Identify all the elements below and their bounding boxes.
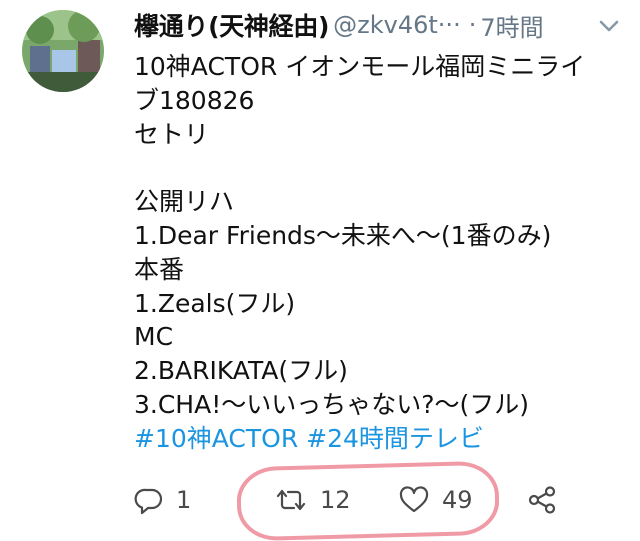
user-handle[interactable]: @zkv46t··· [333,11,461,39]
more-menu-button[interactable] [594,14,624,38]
retweet-icon [276,489,306,511]
share-icon [528,486,556,514]
avatar[interactable] [22,10,104,92]
tweet-line: 本番 [134,254,185,284]
tweet-line: 公開リハ [134,187,235,217]
tweet-actions: 1 12 49 [134,480,624,520]
tweet-line: セトリ [134,119,210,149]
tweet-line: 1.Dear Friends〜未来へ〜(1番のみ) [134,220,552,250]
tweet-line: MC [134,322,174,352]
tweet-line: 2.BARIKATA(フル) [134,356,348,386]
tweet-line: 1.Zeals(フル) [134,288,296,318]
tweet-header: 欅通り(天神経由) @zkv46t··· · 7時間 [134,0,634,50]
tweet-line: ブ180826 [134,85,255,115]
retweet-button[interactable]: 12 [274,480,351,520]
reply-button[interactable]: 1 [134,480,191,520]
chevron-down-icon [599,20,619,32]
tweet: 欅通り(天神経由) @zkv46t··· · 7時間 10神ACTOR イオンモ… [134,0,634,456]
display-name[interactable]: 欅通り(天神経由) [134,7,329,43]
tweet-text: 10神ACTOR イオンモール福岡ミニライ ブ180826 セトリ 公開リハ 1… [134,50,634,456]
avatar-photo [22,10,104,92]
retweet-count: 12 [320,486,351,514]
like-count: 49 [442,486,473,514]
tweet-line: 10神ACTOR イオンモール福岡ミニライ [134,52,586,81]
share-button[interactable] [526,480,558,520]
separator-dot: · [468,11,477,39]
timestamp[interactable]: 7時間 [480,8,543,43]
like-button[interactable]: 49 [398,480,473,520]
reply-count: 1 [176,486,192,514]
tweet-line [134,151,634,185]
tweet-line: 3.CHA!〜いいっちゃない?〜(フル) [134,389,530,419]
reply-icon [134,488,163,515]
heart-icon [399,486,429,513]
hashtag-links[interactable]: #10神ACTOR #24時間テレビ [134,422,634,456]
